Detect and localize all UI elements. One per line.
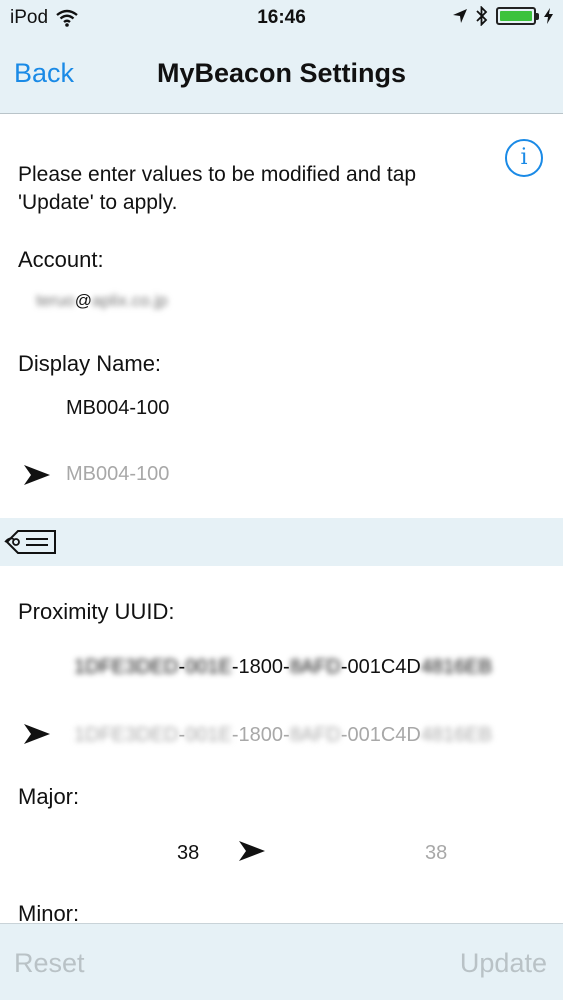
arrow-right-icon xyxy=(24,724,50,744)
proximity-uuid-label: Proximity UUID: xyxy=(18,599,175,624)
bottom-toolbar: Reset Update xyxy=(0,923,563,1000)
instructions-text: Please enter values to be modified and t… xyxy=(18,163,417,214)
uuid-new-part-1: 1DFE3DED xyxy=(74,724,179,746)
proximity-uuid-input[interactable]: 1DFE3DED-001E-1800-8AFD-001C4D4816EB xyxy=(74,724,492,747)
display-name-current: MB004-100 xyxy=(66,397,170,419)
account-value-at: @ xyxy=(74,291,93,310)
battery-fill xyxy=(500,11,532,21)
update-button[interactable]: Update xyxy=(460,948,547,979)
uuid-current-part-5: 8AFD xyxy=(289,656,341,678)
info-icon[interactable]: i xyxy=(505,139,543,177)
page-title-text: MyBeacon Settings xyxy=(156,58,407,88)
tag-icon xyxy=(4,530,56,554)
proximity-uuid-current: 1DFE3DED-001E-1800-8AFD-001C4D4816EB xyxy=(74,656,492,679)
account-value-domain: aplix.co.jp xyxy=(92,291,168,310)
uuid-new-part-4: -1800- xyxy=(231,724,290,746)
settings-content[interactable]: i Please enter values to be modified and… xyxy=(0,115,563,923)
uuid-new-part-6: -001C4D xyxy=(340,724,421,746)
status-right xyxy=(452,6,553,26)
display-name-label: Display Name: xyxy=(18,351,162,376)
uuid-new-part-7: 4816EB xyxy=(420,724,493,746)
navigation-bar: Back MyBeacon Settings xyxy=(0,38,563,114)
uuid-new-part-3: 001E xyxy=(185,724,232,746)
status-bar: iPod 16:46 xyxy=(0,0,563,38)
bluetooth-icon xyxy=(476,6,488,26)
arrow-right-icon xyxy=(239,841,265,861)
section-divider xyxy=(0,518,563,566)
display-name-input[interactable]: MB004-100 xyxy=(66,463,169,486)
major-current: 38 xyxy=(177,842,200,864)
account-value: teruo@aplix.co.jp xyxy=(36,291,168,311)
major-input[interactable]: 38 xyxy=(425,842,447,865)
charging-bolt-icon xyxy=(544,8,553,24)
uuid-current-part-6: -001C4D xyxy=(340,656,421,678)
battery-icon xyxy=(496,7,539,25)
uuid-current-part-7: 4816EB xyxy=(420,656,493,678)
uuid-current-part-1: 1DFE3DED xyxy=(74,656,179,678)
account-label: Account: xyxy=(18,247,104,272)
reset-button[interactable]: Reset xyxy=(14,948,85,979)
location-arrow-icon xyxy=(453,9,467,23)
page-title: MyBeacon Settings xyxy=(0,58,563,89)
uuid-new-part-5: 8AFD xyxy=(289,724,341,746)
uuid-current-part-4: -1800- xyxy=(231,656,290,678)
arrow-right-icon xyxy=(24,465,50,485)
minor-label: Minor: xyxy=(18,901,80,923)
uuid-current-part-3: 001E xyxy=(185,656,232,678)
major-label: Major: xyxy=(18,784,80,809)
account-value-user: teruo xyxy=(36,291,75,310)
